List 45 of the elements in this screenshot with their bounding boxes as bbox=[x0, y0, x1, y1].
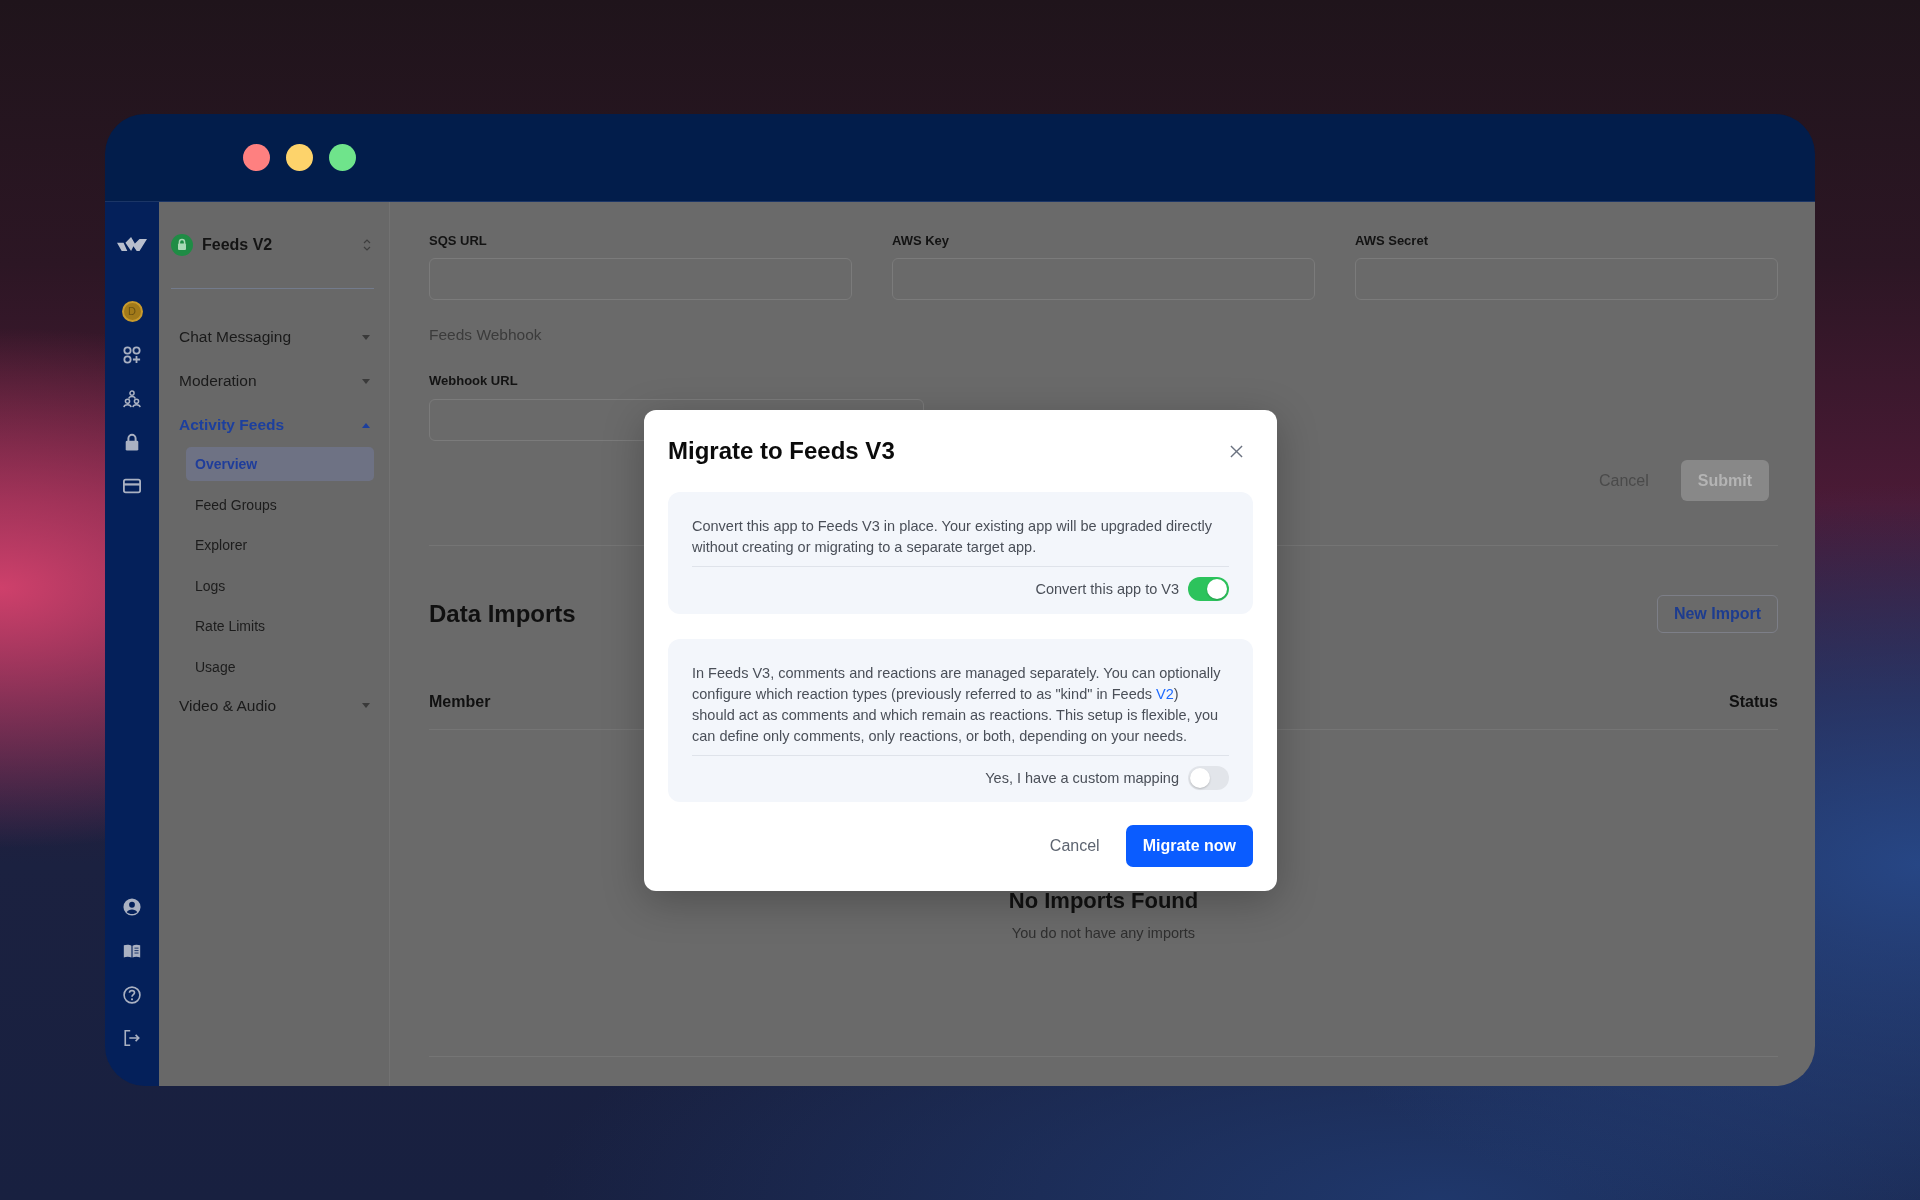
section-title: Data Imports bbox=[429, 600, 576, 628]
option-description: Convert this app to Feeds V3 in place. Your existing app will be upgraded directly without creating or migrating to a separate target app. bbox=[692, 516, 1213, 557]
empty-state-title: No Imports Found bbox=[1008, 887, 1199, 915]
apps-icon[interactable] bbox=[123, 346, 141, 364]
column-header: Status bbox=[1729, 692, 1778, 712]
new-import-button[interactable]: New Import bbox=[1656, 595, 1778, 633]
empty-state-text: You do not have any imports bbox=[1011, 924, 1196, 943]
dialog-title: Migrate to Feeds V3 bbox=[668, 436, 895, 466]
field-label: SQS URL bbox=[429, 232, 488, 250]
column-header: Member bbox=[429, 692, 491, 712]
profile-icon[interactable] bbox=[123, 898, 141, 917]
nav-item[interactable]: Activity Feeds bbox=[171, 403, 374, 447]
help-icon[interactable] bbox=[123, 985, 141, 1004]
nav-subitem[interactable]: Overview bbox=[186, 447, 374, 481]
credit-card-icon[interactable] bbox=[123, 476, 141, 495]
lock-badge-icon bbox=[171, 234, 193, 256]
logo-icon[interactable] bbox=[117, 237, 147, 253]
option-description: In Feeds V3, comments and reactions are managed separately. You can optionally configure which reaction types (previously referred to as "kind" in Feeds V2) should act as comments and which remain as reactions. This setup is flexible, you can define only comments, only reactions, or both, depending on your needs. bbox=[692, 663, 1222, 746]
window-control-icon[interactable] bbox=[329, 144, 356, 171]
nav-item[interactable]: Video & Audio bbox=[171, 683, 374, 728]
field-label: AWS Secret bbox=[1355, 232, 1429, 250]
cancel-button[interactable]: Cancel bbox=[1037, 825, 1112, 867]
window-control-icon[interactable] bbox=[286, 144, 313, 171]
nav-item[interactable]: Chat Messaging bbox=[171, 315, 374, 359]
nav-item[interactable]: Moderation bbox=[171, 359, 374, 403]
window-control-icon[interactable] bbox=[243, 144, 270, 171]
close-icon[interactable] bbox=[1230, 444, 1243, 458]
migrate-button[interactable]: Migrate now bbox=[1125, 825, 1253, 867]
version-link[interactable]: V2 bbox=[1156, 685, 1174, 702]
nav-subitem[interactable]: Feed Groups bbox=[186, 487, 374, 522]
nav-subitem[interactable]: Logs bbox=[186, 568, 374, 603]
users-icon[interactable] bbox=[123, 389, 141, 408]
nav-subitem[interactable]: Usage bbox=[186, 649, 374, 684]
field-label: AWS Key bbox=[892, 232, 951, 250]
toggle-label: Convert this app to V3 bbox=[1035, 581, 1179, 597]
nav-subitem[interactable]: Explorer bbox=[186, 528, 374, 562]
nav-subitem[interactable]: Rate Limits bbox=[186, 609, 374, 643]
toggle-switch[interactable] bbox=[1188, 577, 1229, 601]
book-icon[interactable] bbox=[123, 942, 141, 960]
app-name[interactable]: Feeds V2 bbox=[202, 236, 363, 254]
field-label: Webhook URL bbox=[429, 372, 519, 390]
toggle-switch[interactable] bbox=[1188, 766, 1229, 790]
lock-icon[interactable] bbox=[123, 433, 141, 452]
toggle-label: Yes, I have a custom mapping bbox=[985, 770, 1179, 786]
logout-icon[interactable] bbox=[123, 1029, 141, 1048]
